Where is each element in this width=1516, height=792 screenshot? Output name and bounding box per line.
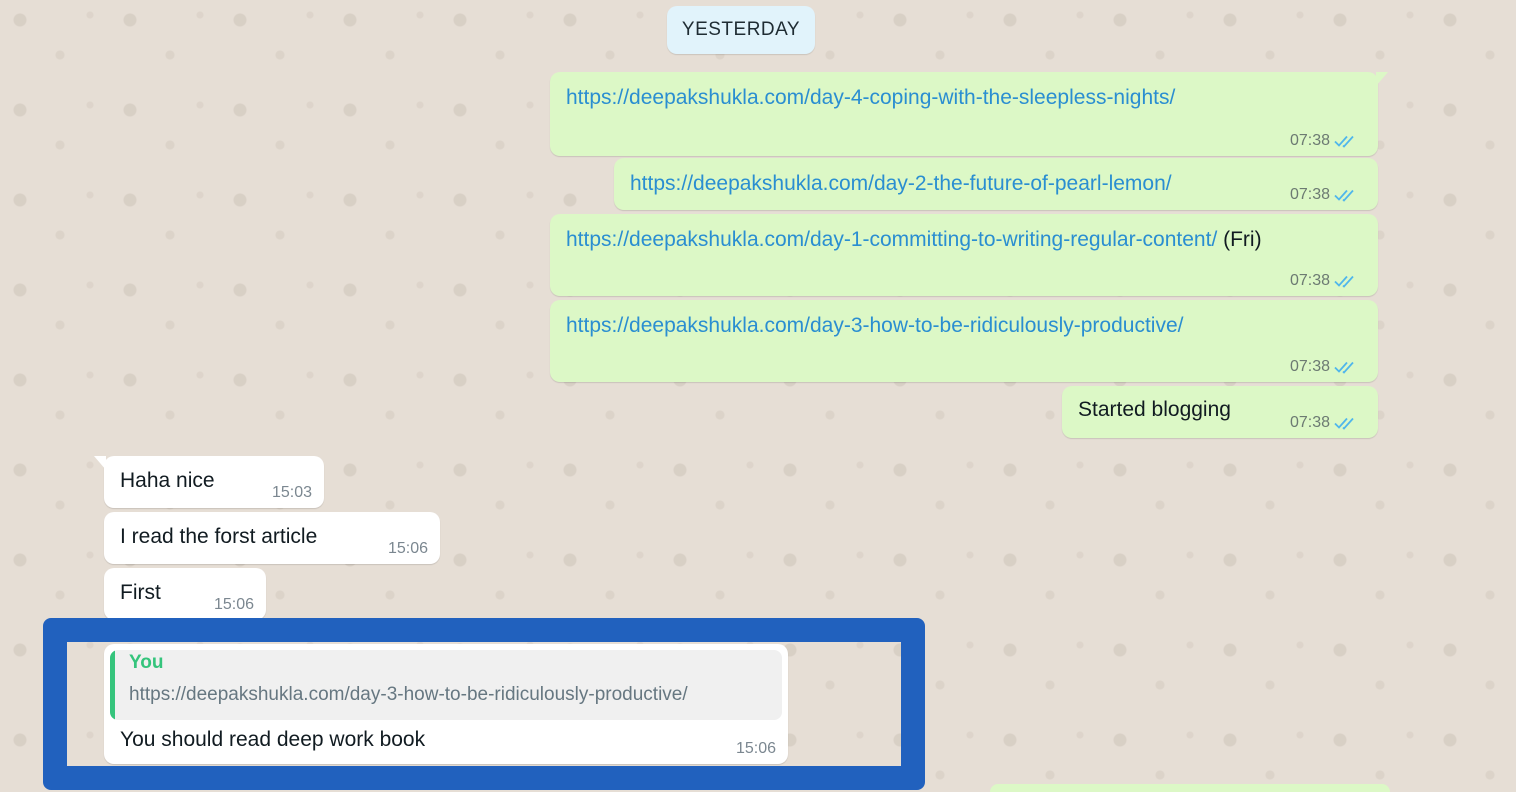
incoming-message[interactable]: I read the forst article 15:06 — [104, 512, 440, 564]
quoted-text: https://deepakshukla.com/day-3-how-to-be… — [129, 684, 688, 705]
message-text: Started blogging — [1078, 398, 1231, 421]
highlight-frame: You https://deepakshukla.com/day-3-how-t… — [43, 618, 925, 790]
message-meta: 07:38 — [1290, 132, 1358, 150]
double-check-icon — [1334, 417, 1354, 430]
message-link[interactable]: https://deepakshukla.com/day-1-committin… — [566, 228, 1217, 251]
message-time: 07:38 — [1289, 358, 1330, 375]
message-meta: 07:38 — [1290, 414, 1358, 432]
double-check-icon — [1334, 275, 1354, 288]
bubble-tail — [94, 456, 106, 470]
chat-area: YESTERDAY https://deepakshukla.com/day-4… — [0, 0, 1516, 792]
double-check-icon — [1334, 361, 1354, 374]
message-link[interactable]: https://deepakshukla.com/day-3-how-to-be… — [566, 314, 1183, 337]
message-text: Haha nice — [120, 469, 215, 492]
message-meta: 07:38 — [1290, 272, 1358, 290]
message-time: 15:03 — [271, 484, 312, 501]
message-text: I read the forst article — [120, 525, 318, 548]
message-text: You should read deep work book — [120, 728, 426, 751]
bubble-tail — [1376, 72, 1388, 86]
outgoing-message[interactable]: Started blogging 07:38 — [1062, 386, 1378, 438]
message-link[interactable]: https://deepakshukla.com/day-4-coping-wi… — [566, 86, 1175, 109]
outgoing-message[interactable]: https://deepakshukla.com/day-1-committin… — [550, 214, 1378, 296]
message-text: https://deepakshukla.com/day-3-how-to-be… — [566, 314, 1183, 338]
message-time: 07:38 — [1289, 186, 1330, 203]
message-time: 15:06 — [213, 596, 254, 613]
message-time: 07:38 — [1289, 272, 1330, 289]
next-outgoing-message-edge — [990, 784, 1390, 792]
message-meta: 07:38 — [1290, 186, 1358, 204]
message-meta: 07:38 — [1290, 358, 1358, 376]
date-separator: YESTERDAY — [667, 6, 815, 54]
incoming-message[interactable]: First 15:06 — [104, 568, 266, 620]
message-suffix: (Fri) — [1217, 228, 1262, 251]
message-text: https://deepakshukla.com/day-2-the-futur… — [630, 172, 1172, 196]
quote-accent-bar — [110, 650, 115, 720]
message-time: 07:38 — [1289, 132, 1330, 149]
message-link[interactable]: https://deepakshukla.com/day-2-the-futur… — [630, 172, 1172, 195]
message-time: 15:06 — [735, 740, 776, 757]
message-text: First — [120, 581, 161, 604]
quoted-author: You — [129, 652, 164, 673]
reply-message[interactable]: You https://deepakshukla.com/day-3-how-t… — [104, 644, 788, 764]
outgoing-message[interactable]: https://deepakshukla.com/day-4-coping-wi… — [550, 72, 1388, 156]
outgoing-message[interactable]: https://deepakshukla.com/day-2-the-futur… — [614, 158, 1378, 210]
quoted-message[interactable]: You https://deepakshukla.com/day-3-how-t… — [110, 650, 782, 720]
message-text: https://deepakshukla.com/day-4-coping-wi… — [566, 86, 1175, 110]
message-text: https://deepakshukla.com/day-1-committin… — [566, 228, 1262, 252]
outgoing-message[interactable]: https://deepakshukla.com/day-3-how-to-be… — [550, 300, 1378, 382]
message-time: 15:06 — [387, 540, 428, 557]
double-check-icon — [1334, 135, 1354, 148]
incoming-message[interactable]: Haha nice 15:03 — [94, 456, 324, 508]
double-check-icon — [1334, 189, 1354, 202]
message-time: 07:38 — [1289, 414, 1330, 431]
